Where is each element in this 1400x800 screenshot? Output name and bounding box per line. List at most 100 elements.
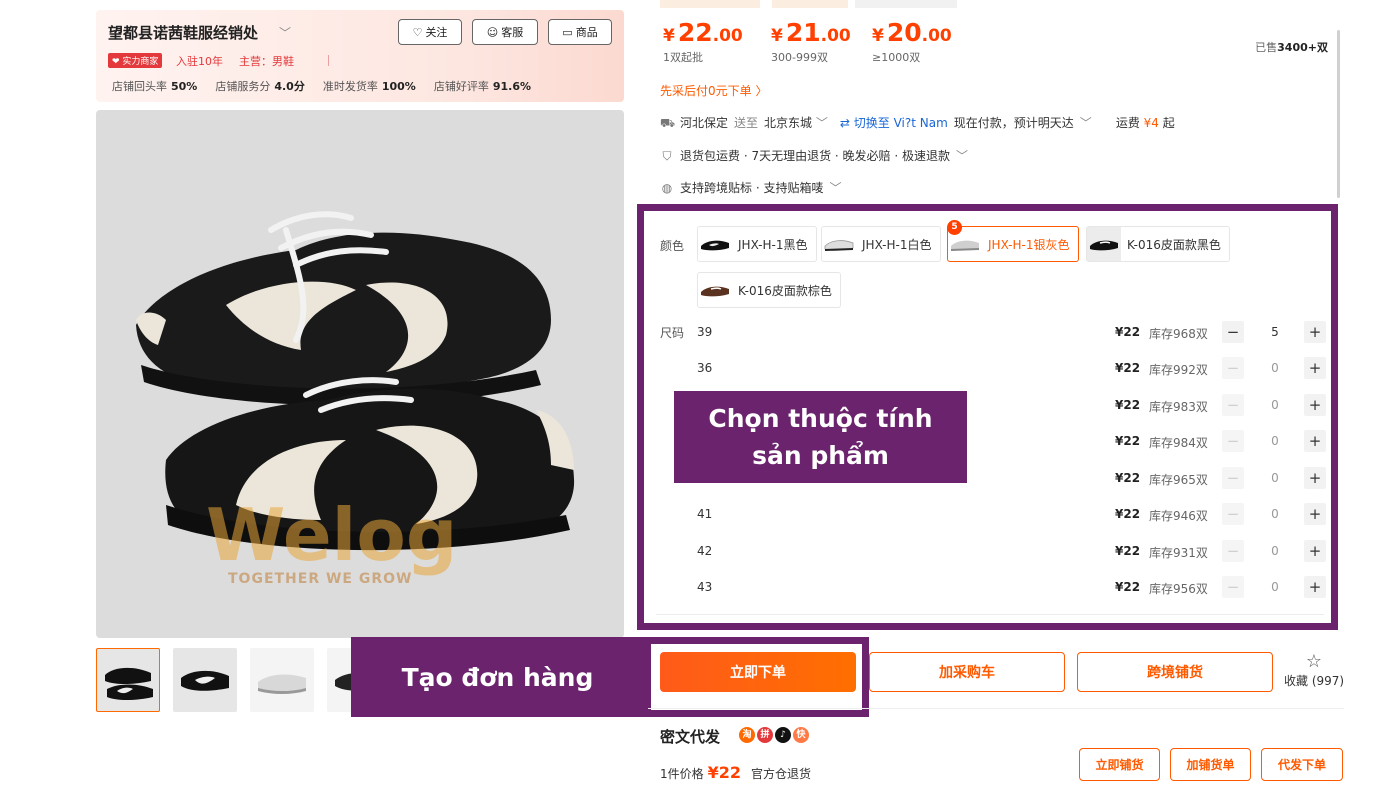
- price-dec: .00: [820, 26, 851, 46]
- increment-button[interactable]: +: [1304, 394, 1326, 416]
- customer-service-button[interactable]: ☺ 客服: [472, 19, 538, 45]
- decrement-button[interactable]: −: [1222, 394, 1244, 416]
- increment-button[interactable]: +: [1304, 321, 1326, 343]
- price-qty: 1双起批: [663, 51, 703, 64]
- color-thumb: [822, 227, 856, 261]
- stat-label: 店铺回头率: [112, 80, 167, 93]
- chevron-down-icon: ﹀: [829, 181, 842, 195]
- quantity-input[interactable]: 5: [1255, 325, 1295, 339]
- shop-name[interactable]: 望都县诺茜鞋服经销处: [108, 22, 258, 43]
- color-option-4[interactable]: K-016皮面款黑色: [1086, 226, 1230, 262]
- decrement-button[interactable]: −: [1222, 576, 1244, 598]
- decrement-button[interactable]: −: [1222, 357, 1244, 379]
- favorite-label: 收藏 (997): [1284, 674, 1345, 688]
- truck-icon: ⛟: [660, 115, 676, 130]
- quantity-input[interactable]: 0: [1255, 434, 1295, 448]
- increment-button[interactable]: +: [1304, 503, 1326, 525]
- increment-button[interactable]: +: [1304, 467, 1326, 489]
- guarantee-row[interactable]: ⛉ 退货包运费 · 7天无理由退货 · 晚发必赔 · 极速退款 ﹀: [660, 147, 968, 164]
- price-qty: 300-999双: [771, 51, 828, 64]
- pay-later-link[interactable]: 先采后付0元下单 〉: [660, 82, 767, 99]
- pinduoduo-icon: 拼: [757, 727, 773, 743]
- color-option-1[interactable]: JHX-H-1黑色: [697, 226, 817, 262]
- list-now-button[interactable]: 立即铺货: [1079, 748, 1160, 781]
- quantity-input[interactable]: 0: [1255, 361, 1295, 375]
- size-stock: 库存956双: [1149, 582, 1208, 596]
- size-stock: 库存992双: [1149, 363, 1208, 377]
- decrement-button[interactable]: −: [1222, 430, 1244, 452]
- size-row: 43 ¥22 库存956双 − 0 +: [644, 572, 1331, 602]
- increment-button[interactable]: +: [1304, 540, 1326, 562]
- decrement-button[interactable]: −: [1222, 321, 1244, 343]
- fee-label: 运费: [1115, 116, 1140, 130]
- color-option-label: JHX-H-1黑色: [738, 237, 808, 252]
- warehouse-return: 官方仓退货: [751, 767, 812, 781]
- thumbnail-strip: [96, 648, 391, 712]
- switch-country-link[interactable]: ⇄ 切换至 Vi?t Nam: [840, 114, 948, 131]
- quantity-input[interactable]: 0: [1255, 471, 1295, 485]
- ship-to-word: 送至: [734, 116, 759, 130]
- color-option-label: JHX-H-1白色: [862, 237, 932, 252]
- chevron-down-icon[interactable]: ﹀: [279, 24, 291, 41]
- size-price: ¥22: [1115, 325, 1141, 339]
- star-icon: ☆: [1305, 651, 1323, 672]
- fee-value: ¥4: [1143, 116, 1159, 130]
- size-stock: 库存984双: [1149, 436, 1208, 450]
- thumbnail-1[interactable]: [96, 648, 160, 712]
- size-price: ¥22: [1115, 544, 1141, 558]
- thumbnail-2[interactable]: [173, 648, 237, 712]
- color-option-5[interactable]: K-016皮面款棕色: [697, 272, 841, 308]
- stat-value: 4.0分: [274, 80, 305, 93]
- decrement-button[interactable]: −: [1222, 503, 1244, 525]
- taobao-icon: 淘: [739, 727, 755, 743]
- thumbnail-image: [258, 674, 306, 694]
- cross-border-list-button[interactable]: 跨境铺货: [1077, 652, 1273, 692]
- price-qty: ≥1000双: [872, 51, 921, 64]
- chevron-down-icon[interactable]: ﹀: [1080, 114, 1092, 131]
- follow-label: 关注: [425, 26, 448, 39]
- price-tier-tab: [660, 0, 760, 8]
- proxy-order-button[interactable]: 代发下单: [1261, 748, 1343, 781]
- decrement-button[interactable]: −: [1222, 467, 1244, 489]
- size-value: 43: [697, 580, 713, 594]
- goods-button[interactable]: ▭ 商品: [548, 19, 612, 45]
- add-to-cart-button[interactable]: 加采购车: [869, 652, 1065, 692]
- shop-stats: 店铺回头率 50% 店铺服务分 4.0分 准时发货率 100% 店铺好评率 91.6%: [112, 78, 531, 94]
- size-price: ¥22: [1115, 361, 1141, 375]
- quantity-input[interactable]: 0: [1255, 544, 1295, 558]
- price-int: 22: [677, 18, 713, 47]
- quantity-input[interactable]: 0: [1255, 507, 1295, 521]
- size-stock: 库存946双: [1149, 509, 1208, 523]
- color-option-label: K-016皮面款黑色: [1127, 237, 1221, 252]
- thumbnail-3[interactable]: [250, 648, 314, 712]
- stat-positive-rate: 店铺好评率 91.6%: [434, 78, 531, 94]
- stat-service-score: 店铺服务分 4.0分: [215, 78, 305, 94]
- color-option-3[interactable]: 5 JHX-H-1银灰色: [947, 220, 1079, 262]
- increment-button[interactable]: +: [1304, 430, 1326, 452]
- one-price-label: 1件价格: [660, 767, 704, 781]
- decrement-button[interactable]: −: [1222, 540, 1244, 562]
- service-label: 客服: [501, 26, 524, 39]
- quantity-input[interactable]: 0: [1255, 398, 1295, 412]
- follow-button[interactable]: ♡ 关注: [398, 19, 462, 45]
- strength-badge-label: 实力商家: [122, 57, 159, 67]
- cross-border-row[interactable]: ◍ 支持跨境贴标 · 支持贴箱唛 ﹀: [660, 179, 842, 196]
- main-product-image[interactable]: Welog TOGETHER WE GROW: [96, 110, 624, 638]
- buy-now-button[interactable]: 立即下单: [660, 652, 856, 692]
- chevron-down-icon: ﹀: [955, 149, 968, 163]
- scrollbar[interactable]: [1337, 30, 1340, 198]
- add-list-order-button[interactable]: 加铺货单: [1170, 748, 1251, 781]
- ship-from: 河北保定: [680, 116, 729, 130]
- increment-button[interactable]: +: [1304, 576, 1326, 598]
- quantity-input[interactable]: 0: [1255, 580, 1295, 594]
- single-unit-price: 1件价格 ¥22 官方仓退货: [660, 763, 811, 782]
- sold-value: 3400+双: [1277, 41, 1328, 54]
- favorite-button[interactable]: ☆ 收藏 (997): [1284, 652, 1344, 689]
- annotation-choose-attributes: Chọn thuộc tính sản phẩm: [674, 391, 967, 483]
- price-int: 20: [886, 18, 922, 47]
- increment-button[interactable]: +: [1304, 357, 1326, 379]
- ship-to-select[interactable]: 北京东城 ﹀: [764, 114, 828, 131]
- currency: ¥: [771, 26, 783, 46]
- strength-badge: ❤ 实力商家: [108, 53, 163, 68]
- color-option-2[interactable]: JHX-H-1白色: [821, 226, 941, 262]
